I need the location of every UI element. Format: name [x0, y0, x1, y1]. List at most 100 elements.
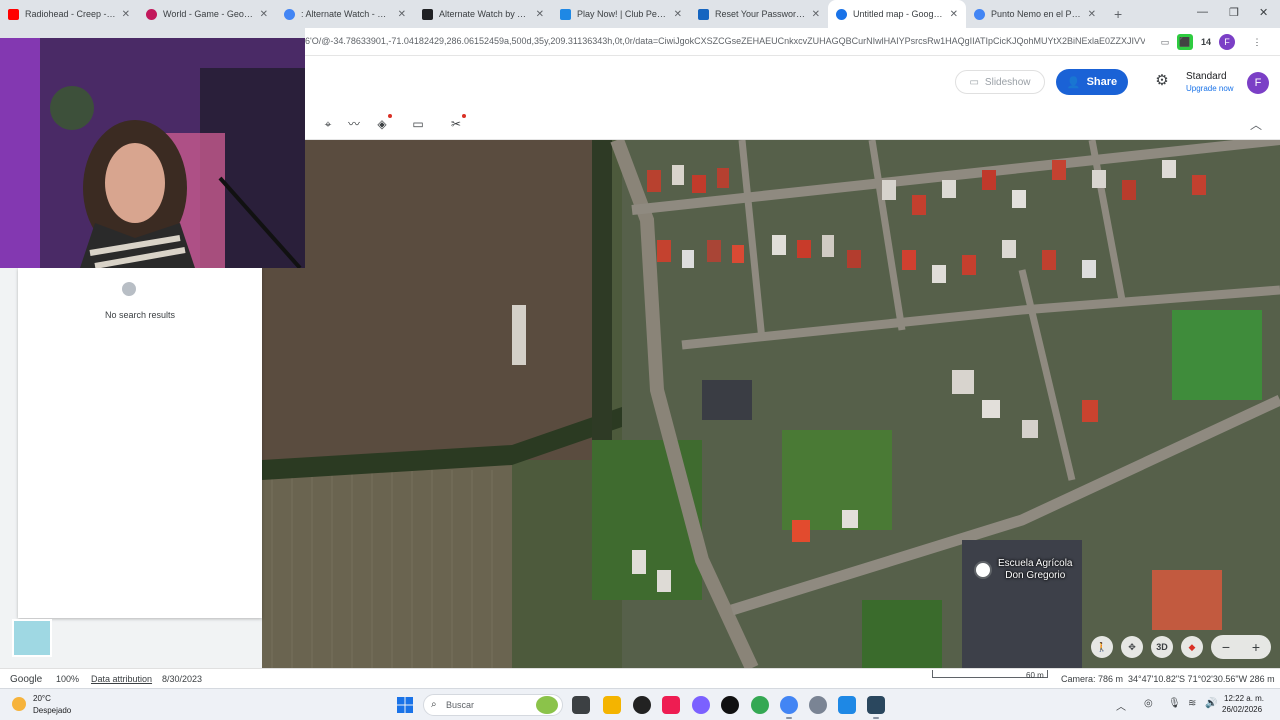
close-icon[interactable]: ✕	[950, 9, 958, 20]
close-icon[interactable]: ✕	[674, 9, 682, 20]
photos-icon[interactable]	[838, 696, 856, 714]
windows-start-icon[interactable]	[397, 697, 413, 713]
share-label: Share	[1086, 76, 1118, 88]
tab-youtube[interactable]: Radiohead - Creep - YouTube ✕	[0, 0, 138, 28]
task-view-icon[interactable]	[572, 696, 590, 714]
earth-icon	[836, 8, 847, 20]
map-toolbar: ⌖ 〰 ◈ ▭ ✂ ︿	[305, 108, 1280, 140]
chevron-up-icon[interactable]: ︿	[1250, 116, 1262, 133]
chrome-icon[interactable]	[751, 696, 769, 714]
restore-icon[interactable]: ❐	[1229, 6, 1239, 19]
compass-icon[interactable]: ✥	[1121, 636, 1143, 658]
weather-temp[interactable]: 20°C	[33, 694, 51, 703]
poi-label: Escuela Agrícola Don Gregorio	[998, 558, 1073, 582]
chevron-up-icon[interactable]: ︿	[1116, 698, 1126, 713]
tab-reset-password[interactable]: Reset Your Password | Clu ✕	[690, 0, 828, 28]
map-style-thumbnail[interactable]	[12, 619, 52, 657]
app-icon[interactable]	[633, 696, 651, 714]
no-results-text: No search results	[104, 310, 176, 320]
url-field[interactable]: 6'O/@-34.78633901,-71.04182429,286.06152…	[305, 36, 1145, 46]
zoom-out-button[interactable]: −	[1222, 639, 1230, 655]
weather-sun-icon[interactable]	[12, 697, 26, 711]
network-icon[interactable]: ◎	[1144, 698, 1153, 709]
microphone-icon[interactable]: 🎙	[1168, 698, 1181, 709]
clock-time[interactable]: 12:22 a. m.	[1224, 694, 1264, 703]
zoom-in-button[interactable]: +	[1252, 639, 1260, 655]
3d-toggle[interactable]: 3D	[1151, 636, 1173, 658]
close-icon[interactable]: ✕	[260, 9, 268, 20]
pegman-icon[interactable]: 🚶	[1091, 636, 1113, 658]
tab-club-penguin[interactable]: Play Now! | Club Penguin ✕	[552, 0, 690, 28]
youtube-icon	[8, 8, 19, 20]
placemark-icon[interactable]: ⌖	[319, 115, 337, 133]
new-tab-button[interactable]: +	[1104, 6, 1132, 22]
weather-desc[interactable]: Despejado	[33, 706, 71, 715]
chrome-active-icon[interactable]	[780, 696, 798, 719]
gear-icon[interactable]: ⚙	[1153, 72, 1171, 90]
close-icon[interactable]: ✕	[122, 9, 130, 20]
tab-title: Untitled map - Google Earth	[853, 9, 944, 19]
close-icon[interactable]: ✕	[398, 9, 406, 20]
tab-punto-nemo[interactable]: Punto Nemo en el Pacífico ✕	[966, 0, 1104, 28]
measure-icon[interactable]: ▭	[409, 115, 427, 133]
add-person-icon: 👤	[1066, 76, 1081, 89]
layers-icon[interactable]: ◈	[373, 114, 392, 133]
slideshow-button[interactable]: ▭ Slideshow	[955, 70, 1045, 94]
coordinates: 34°47'10.82"S 71°02'30.56"W 286 m	[1128, 674, 1275, 684]
satellite-map[interactable]: Escuela Agrícola Don Gregorio 🚶 ✥ 3D ◆ −…	[262, 140, 1280, 668]
volume-icon[interactable]: 🔊	[1205, 698, 1217, 709]
extension-badge[interactable]: 14	[1198, 34, 1214, 50]
north-arrow-icon[interactable]: ◆	[1181, 636, 1203, 658]
penguin-icon	[698, 8, 709, 20]
news-widget-icon[interactable]	[536, 696, 558, 714]
penguin-icon	[560, 8, 571, 20]
tools-icon[interactable]: ✂	[447, 114, 466, 133]
menu-icon[interactable]: ⋮	[1249, 34, 1265, 50]
avatar[interactable]: F	[1247, 72, 1269, 94]
tab-google-earth[interactable]: Untitled map - Google Earth ✕	[828, 0, 966, 28]
school-pin-icon	[974, 561, 992, 579]
camera-altitude: Camera: 786 m	[1061, 674, 1124, 684]
settings-icon[interactable]	[809, 696, 827, 714]
profile-avatar[interactable]: F	[1219, 34, 1235, 50]
tab-title: Reset Your Password | Clu	[715, 9, 806, 19]
tab-title: Alternate Watch by Tesse	[439, 9, 530, 19]
tab-title: Punto Nemo en el Pacífico	[991, 9, 1082, 19]
tab-geoguessr[interactable]: World - Game - GeoGuessr ✕	[138, 0, 276, 28]
tab-title: World - Game - GeoGuessr	[163, 9, 254, 19]
messenger-icon[interactable]	[692, 696, 710, 714]
loading-spinner	[122, 282, 136, 296]
file-explorer-icon[interactable]	[603, 696, 621, 714]
tab-alternate-watch[interactable]: Alternate Watch by Tesse ✕	[414, 0, 552, 28]
scale-label: 60 m	[1026, 671, 1044, 680]
minimize-icon[interactable]: —	[1197, 6, 1208, 18]
tab-google-search[interactable]: : Alternate Watch - Google ✕	[276, 0, 414, 28]
google-icon	[974, 8, 985, 20]
zoom-level: 100%	[56, 674, 80, 684]
satellite-imagery	[262, 140, 1280, 668]
slideshow-label: Slideshow	[984, 76, 1031, 88]
tiktok-icon[interactable]	[662, 696, 680, 714]
screen-icon[interactable]: ▭	[1157, 34, 1173, 50]
tab-title: Play Now! | Club Penguin	[577, 9, 668, 19]
clock-date[interactable]: 26/02/2026	[1222, 705, 1262, 714]
close-icon[interactable]: ✕	[536, 9, 544, 20]
plan-name: Standard	[1186, 71, 1227, 82]
google-icon	[284, 8, 295, 20]
steam-icon[interactable]	[867, 696, 885, 719]
data-attribution-link[interactable]: Data attribution	[91, 674, 152, 684]
wifi-icon[interactable]: ≋	[1188, 698, 1196, 709]
share-button[interactable]: 👤 Share	[1056, 69, 1128, 95]
close-icon[interactable]: ✕	[812, 9, 820, 20]
close-window-icon[interactable]: ✕	[1259, 6, 1268, 19]
upgrade-link[interactable]: Upgrade now	[1186, 84, 1234, 93]
poi-marker[interactable]: Escuela Agrícola Don Gregorio	[974, 558, 1073, 582]
path-icon[interactable]: 〰	[345, 115, 363, 133]
earth-header: ▭ Slideshow 👤 Share ⚙ Standard Upgrade now…	[305, 56, 1280, 108]
address-bar: 6'O/@-34.78633901,-71.04182429,286.06152…	[305, 28, 1280, 56]
tab-title: Radiohead - Creep - YouTube	[25, 9, 116, 19]
extension-icon[interactable]: ⬛	[1177, 34, 1193, 50]
slideshow-icon: ▭	[969, 76, 979, 88]
chatgpt-icon[interactable]	[721, 696, 739, 714]
close-icon[interactable]: ✕	[1088, 9, 1096, 20]
